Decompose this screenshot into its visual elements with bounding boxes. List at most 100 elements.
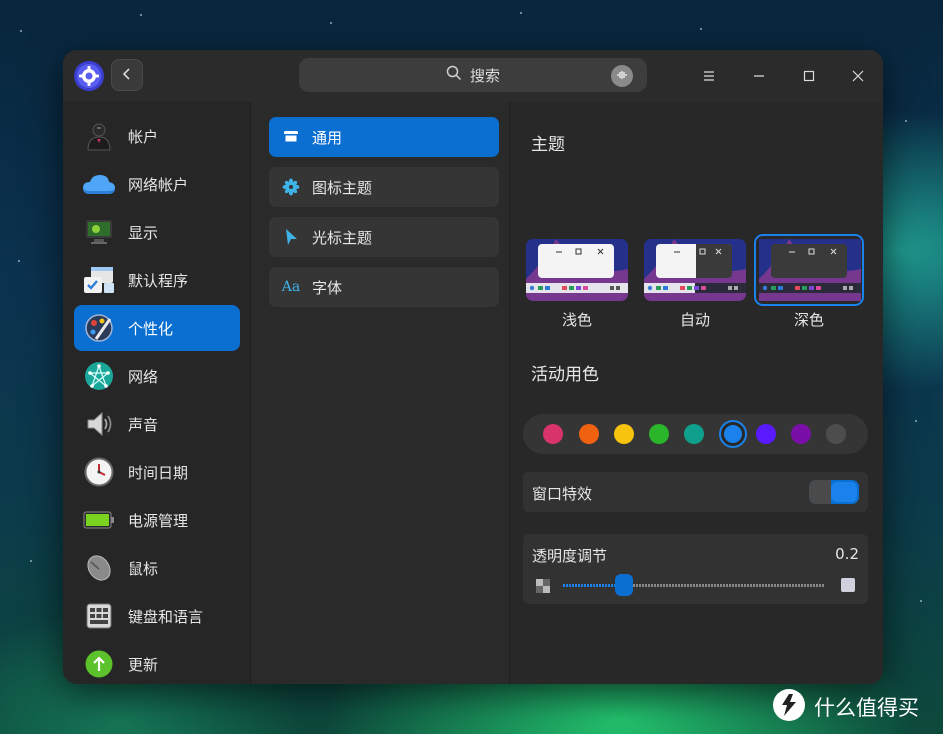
sidebar-item-label: 个性化 [128,319,174,338]
minimize-icon [753,67,765,86]
window-effect-row: 窗口特效 [523,472,868,512]
sidebar-item-sound[interactable]: 声音 [74,401,240,447]
sidebar-item-power[interactable]: 电源管理 [74,497,240,543]
transparency-value: 0.2 [835,545,859,563]
sidebar-item-label: 网络帐户 [128,175,189,194]
sidebar-item-label: 更新 [128,655,159,674]
flower-icon [282,178,300,196]
theme-label-auto: 自动 [679,311,710,329]
voice-input-button[interactable] [611,65,633,87]
keyboard-icon [82,599,116,633]
sidebar-item-mouse[interactable]: 鼠标 [74,545,240,591]
accent-color-swatch[interactable] [614,424,634,444]
mouse-icon [82,551,116,585]
window-effect-toggle[interactable] [809,480,859,504]
sidebar-item-label: 网络 [128,367,159,386]
window-effect-label: 窗口特效 [532,485,593,503]
personalization-subnav: 通用 图标主题 光标主题 Aa 字体 [251,102,509,684]
theme-card-light[interactable] [526,239,628,301]
accent-color-swatch[interactable] [543,424,563,444]
accent-color-swatch-selected[interactable] [719,420,747,448]
sidebar-item-label: 默认程序 [128,271,189,290]
sidebar-item-keyboard-language[interactable]: 键盘和语言 [74,593,240,639]
sidebar-item-update[interactable]: 更新 [74,641,240,684]
subnav-item-label: 图标主题 [312,178,373,197]
transparency-slider[interactable] [563,574,825,596]
maximize-button[interactable] [799,66,819,86]
transparency-low-icon [536,578,550,593]
clock-icon [82,455,116,489]
menu-button[interactable] [699,66,719,86]
sidebar-item-label: 电源管理 [128,511,189,530]
title-bar: 搜索 [63,50,883,102]
close-button[interactable] [848,66,868,86]
theme-card-auto[interactable] [644,239,746,301]
maximize-icon [803,67,815,86]
subnav-item-cursor-theme[interactable]: 光标主题 [269,217,499,257]
subnav-item-general[interactable]: 通用 [269,117,499,157]
transparency-high-icon [841,578,855,592]
settings-gear-icon [73,60,105,92]
transparency-row: 透明度调节 0.2 [523,534,868,604]
general-settings-panel: 主题 浅色 自动 深色 活动用色 窗口特效 透明度调节 0.2 [510,102,883,684]
accent-color-swatch[interactable] [756,424,776,444]
theme-label-dark: 深色 [793,311,824,329]
settings-window: 搜索 帐户 网络帐户 显示 默认程序 个性化 网络 声音 时间日期 电源管理 鼠… [63,50,883,684]
theme-card-dark[interactable] [754,234,864,306]
cloud-icon [82,167,116,201]
theme-label-light: 浅色 [561,311,592,329]
monitor-icon [82,215,116,249]
search-placeholder: 搜索 [469,66,500,85]
accent-color-picker [523,414,868,454]
transparency-slider-thumb[interactable] [615,574,634,596]
window-icon [282,128,300,146]
subnav-item-label: 光标主题 [312,228,373,247]
sidebar-item-label: 声音 [128,415,159,434]
sidebar-item-label: 帐户 [128,127,159,146]
sidebar-item-label: 时间日期 [128,463,189,482]
subnav-item-font[interactable]: Aa 字体 [269,267,499,307]
network-icon [82,359,116,393]
close-icon [852,67,864,86]
accent-color-swatch[interactable] [649,424,669,444]
accent-color-swatch[interactable] [579,424,599,444]
subnav-item-icon-theme[interactable]: 图标主题 [269,167,499,207]
accent-color-swatch[interactable] [826,424,846,444]
chevron-left-icon [121,66,133,85]
update-icon [82,647,116,681]
sidebar-item-default-apps[interactable]: 默认程序 [74,257,240,303]
search-icon [446,65,462,85]
back-button[interactable] [111,59,143,91]
sidebar: 帐户 网络帐户 显示 默认程序 个性化 网络 声音 时间日期 电源管理 鼠标 键… [63,102,250,684]
sidebar-item-label: 键盘和语言 [128,607,204,626]
sidebar-item-online-accounts[interactable]: 网络帐户 [74,161,240,207]
subnav-item-label: 字体 [312,278,343,297]
accent-color-swatch[interactable] [791,424,811,444]
watermark: 什么值得买 [772,688,919,727]
theme-section-title: 主题 [531,135,565,155]
user-avatar-icon [82,119,116,153]
cursor-icon [282,228,300,246]
sidebar-item-datetime[interactable]: 时间日期 [74,449,240,495]
palette-icon [82,311,116,345]
sidebar-item-display[interactable]: 显示 [74,209,240,255]
hamburger-icon [703,67,715,86]
sidebar-item-label: 显示 [128,223,159,242]
battery-icon [82,503,116,537]
watermark-text: 什么值得买 [814,696,919,720]
sidebar-item-label: 鼠标 [128,559,159,578]
accent-color-swatch[interactable] [684,424,704,444]
accent-section-title: 活动用色 [531,365,599,385]
transparency-label: 透明度调节 [532,547,608,565]
minimize-button[interactable] [749,66,769,86]
microphone-wave-icon [616,67,628,85]
smzdm-logo-icon [772,688,806,727]
default-apps-icon [82,263,116,297]
sidebar-item-network[interactable]: 网络 [74,353,240,399]
speaker-icon [82,407,116,441]
search-input[interactable]: 搜索 [299,58,647,92]
subnav-item-label: 通用 [312,128,343,147]
sidebar-item-accounts[interactable]: 帐户 [74,113,240,159]
font-icon: Aa [281,279,301,295]
sidebar-item-personalization[interactable]: 个性化 [74,305,240,351]
